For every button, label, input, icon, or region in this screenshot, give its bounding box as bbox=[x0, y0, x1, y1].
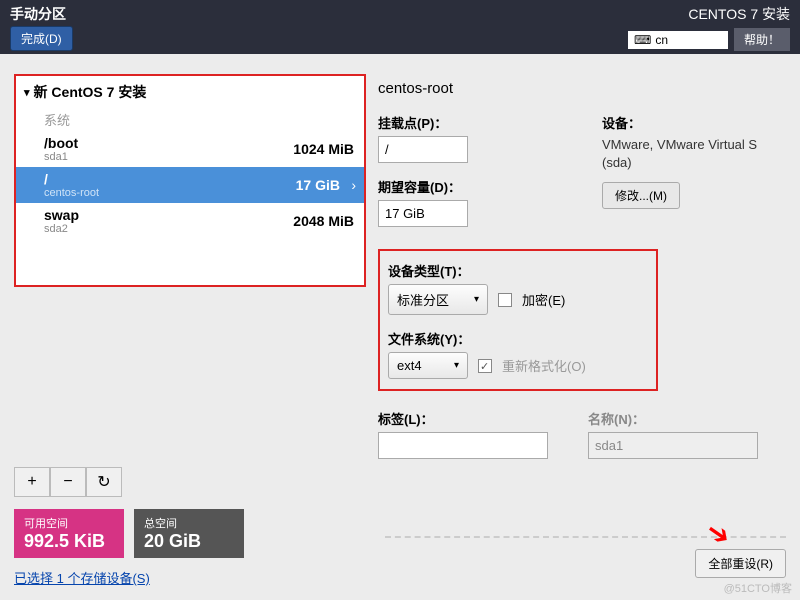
reformat-checkbox[interactable] bbox=[478, 359, 492, 373]
partition-tree: 新 CentOS 7 安装 系统 /bootsda1 1024 MiB /cen… bbox=[14, 74, 366, 287]
encrypt-checkbox[interactable] bbox=[498, 293, 512, 307]
device-type-dropdown[interactable]: 标准分区 bbox=[388, 284, 488, 315]
storage-devices-link[interactable]: 已选择 1 个存储设备(S) bbox=[14, 568, 150, 587]
name-input bbox=[588, 432, 758, 459]
filesystem-label: 文件系统(Y)： bbox=[388, 329, 648, 348]
keyboard-icon bbox=[634, 33, 651, 47]
total-space-card: 总空间 20 GiB bbox=[134, 509, 244, 558]
help-button[interactable]: 帮助！ bbox=[734, 28, 790, 51]
tag-input[interactable] bbox=[378, 432, 548, 459]
install-root-node[interactable]: 新 CentOS 7 安装 bbox=[16, 76, 364, 108]
desired-capacity-label: 期望容量(D)： bbox=[378, 177, 562, 196]
top-bar: 手动分区 完成(D) CENTOS 7 安装 cn 帮助！ bbox=[0, 0, 800, 54]
desired-capacity-input[interactable] bbox=[378, 200, 468, 227]
device-type-label: 设备类型(T)： bbox=[388, 261, 648, 280]
partition-row-root[interactable]: /centos-root 17 GiB › bbox=[16, 167, 364, 203]
device-text: VMware, VMware Virtual S (sda) bbox=[602, 136, 786, 172]
keyboard-layout-selector[interactable]: cn bbox=[628, 31, 728, 49]
done-button[interactable]: 完成(D) bbox=[10, 26, 73, 51]
remove-partition-button[interactable]: − bbox=[50, 467, 86, 497]
mount-point-label: 挂载点(P)： bbox=[378, 113, 562, 132]
install-title: CENTOS 7 安装 bbox=[688, 4, 790, 24]
filesystem-dropdown[interactable]: ext4 bbox=[388, 352, 468, 379]
watermark: @51CTO博客 bbox=[724, 580, 792, 596]
keyboard-lang: cn bbox=[655, 33, 668, 47]
tag-label: 标签(L)： bbox=[378, 409, 548, 428]
device-label: 设备： bbox=[602, 113, 786, 132]
reformat-label: 重新格式化(O) bbox=[502, 356, 586, 375]
page-title: 手动分区 bbox=[10, 4, 66, 24]
highlighted-section: 设备类型(T)： 标准分区 加密(E) 文件系统(Y)： ext4 重新格式化(… bbox=[378, 249, 658, 391]
encrypt-label: 加密(E) bbox=[522, 290, 565, 309]
system-group-label: 系统 bbox=[16, 108, 364, 131]
mount-point-input[interactable] bbox=[378, 136, 468, 163]
volume-name-heading: centos-root bbox=[378, 80, 786, 97]
add-partition-button[interactable]: + bbox=[14, 467, 50, 497]
reload-button[interactable]: ↻ bbox=[86, 467, 122, 497]
divider bbox=[385, 536, 786, 538]
modify-device-button[interactable]: 修改...(M) bbox=[602, 182, 680, 209]
partition-row-swap[interactable]: swapsda2 2048 MiB bbox=[16, 203, 364, 239]
partition-row-boot[interactable]: /bootsda1 1024 MiB bbox=[16, 131, 364, 167]
reset-all-button[interactable]: 全部重设(R) bbox=[695, 549, 786, 578]
name-label: 名称(N)： bbox=[588, 409, 758, 428]
chevron-right-icon: › bbox=[351, 177, 356, 193]
available-space-card: 可用空间 992.5 KiB bbox=[14, 509, 124, 558]
